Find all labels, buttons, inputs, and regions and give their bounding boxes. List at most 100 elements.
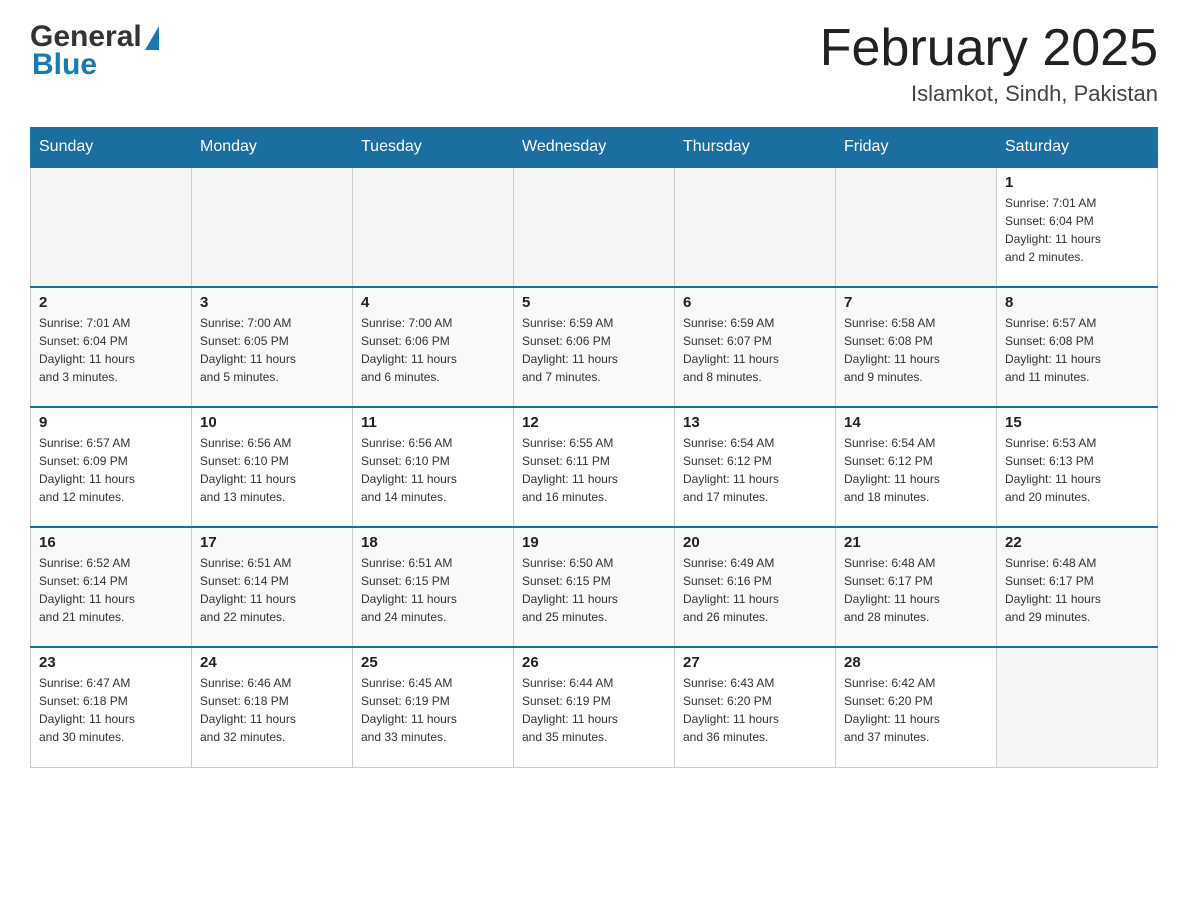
week-row-3: 9 Sunrise: 6:57 AMSunset: 6:09 PMDaylight… bbox=[31, 407, 1158, 527]
day-info: Sunrise: 7:01 AMSunset: 6:04 PMDaylight:… bbox=[39, 314, 183, 386]
day-number: 16 bbox=[39, 534, 183, 551]
week-row-2: 2 Sunrise: 7:01 AMSunset: 6:04 PMDaylight… bbox=[31, 287, 1158, 407]
calendar-cell bbox=[836, 167, 997, 287]
day-info: Sunrise: 6:56 AMSunset: 6:10 PMDaylight:… bbox=[361, 434, 505, 506]
day-info: Sunrise: 6:54 AMSunset: 6:12 PMDaylight:… bbox=[683, 434, 827, 506]
calendar-cell: 14 Sunrise: 6:54 AMSunset: 6:12 PMDayligh… bbox=[836, 407, 997, 527]
day-info: Sunrise: 6:50 AMSunset: 6:15 PMDaylight:… bbox=[522, 554, 666, 626]
title-block: February 2025 Islamkot, Sindh, Pakistan bbox=[820, 20, 1158, 107]
day-number: 15 bbox=[1005, 414, 1149, 431]
calendar-cell: 20 Sunrise: 6:49 AMSunset: 6:16 PMDayligh… bbox=[675, 527, 836, 647]
week-row-5: 23 Sunrise: 6:47 AMSunset: 6:18 PMDayligh… bbox=[31, 647, 1158, 767]
calendar-cell: 2 Sunrise: 7:01 AMSunset: 6:04 PMDaylight… bbox=[31, 287, 192, 407]
day-number: 6 bbox=[683, 294, 827, 311]
day-number: 10 bbox=[200, 414, 344, 431]
calendar-cell: 8 Sunrise: 6:57 AMSunset: 6:08 PMDaylight… bbox=[997, 287, 1158, 407]
day-info: Sunrise: 6:59 AMSunset: 6:07 PMDaylight:… bbox=[683, 314, 827, 386]
day-number: 14 bbox=[844, 414, 988, 431]
day-info: Sunrise: 6:46 AMSunset: 6:18 PMDaylight:… bbox=[200, 674, 344, 746]
calendar-cell bbox=[514, 167, 675, 287]
day-number: 11 bbox=[361, 414, 505, 431]
day-info: Sunrise: 6:57 AMSunset: 6:09 PMDaylight:… bbox=[39, 434, 183, 506]
calendar-cell bbox=[353, 167, 514, 287]
header-sunday: Sunday bbox=[31, 128, 192, 168]
day-info: Sunrise: 6:47 AMSunset: 6:18 PMDaylight:… bbox=[39, 674, 183, 746]
day-info: Sunrise: 6:45 AMSunset: 6:19 PMDaylight:… bbox=[361, 674, 505, 746]
day-number: 2 bbox=[39, 294, 183, 311]
logo-triangle-icon bbox=[145, 26, 159, 50]
calendar-cell: 22 Sunrise: 6:48 AMSunset: 6:17 PMDayligh… bbox=[997, 527, 1158, 647]
day-info: Sunrise: 6:56 AMSunset: 6:10 PMDaylight:… bbox=[200, 434, 344, 506]
day-info: Sunrise: 6:52 AMSunset: 6:14 PMDaylight:… bbox=[39, 554, 183, 626]
day-info: Sunrise: 6:49 AMSunset: 6:16 PMDaylight:… bbox=[683, 554, 827, 626]
day-number: 1 bbox=[1005, 174, 1149, 191]
header-tuesday: Tuesday bbox=[353, 128, 514, 168]
day-number: 8 bbox=[1005, 294, 1149, 311]
day-number: 9 bbox=[39, 414, 183, 431]
calendar-cell: 11 Sunrise: 6:56 AMSunset: 6:10 PMDayligh… bbox=[353, 407, 514, 527]
calendar-cell bbox=[192, 167, 353, 287]
calendar-cell bbox=[31, 167, 192, 287]
day-info: Sunrise: 6:53 AMSunset: 6:13 PMDaylight:… bbox=[1005, 434, 1149, 506]
calendar-cell: 24Sunrise: 6:46 AMSunset: 6:18 PMDayligh… bbox=[192, 647, 353, 767]
day-info: Sunrise: 6:44 AMSunset: 6:19 PMDaylight:… bbox=[522, 674, 666, 746]
day-info: Sunrise: 6:48 AMSunset: 6:17 PMDaylight:… bbox=[844, 554, 988, 626]
calendar-cell: 6 Sunrise: 6:59 AMSunset: 6:07 PMDaylight… bbox=[675, 287, 836, 407]
day-number: 4 bbox=[361, 294, 505, 311]
calendar-cell: 7 Sunrise: 6:58 AMSunset: 6:08 PMDaylight… bbox=[836, 287, 997, 407]
header-monday: Monday bbox=[192, 128, 353, 168]
day-info: Sunrise: 6:57 AMSunset: 6:08 PMDaylight:… bbox=[1005, 314, 1149, 386]
calendar-cell: 27Sunrise: 6:43 AMSunset: 6:20 PMDayligh… bbox=[675, 647, 836, 767]
day-number: 23 bbox=[39, 654, 183, 671]
day-number: 13 bbox=[683, 414, 827, 431]
calendar-cell: 19 Sunrise: 6:50 AMSunset: 6:15 PMDayligh… bbox=[514, 527, 675, 647]
day-number: 28 bbox=[844, 654, 988, 671]
day-number: 12 bbox=[522, 414, 666, 431]
calendar-cell bbox=[675, 167, 836, 287]
day-info: Sunrise: 6:48 AMSunset: 6:17 PMDaylight:… bbox=[1005, 554, 1149, 626]
day-number: 17 bbox=[200, 534, 344, 551]
calendar-cell: 13 Sunrise: 6:54 AMSunset: 6:12 PMDayligh… bbox=[675, 407, 836, 527]
header-thursday: Thursday bbox=[675, 128, 836, 168]
days-header-row: Sunday Monday Tuesday Wednesday Thursday… bbox=[31, 128, 1158, 168]
day-number: 26 bbox=[522, 654, 666, 671]
day-number: 3 bbox=[200, 294, 344, 311]
calendar-cell: 26 Sunrise: 6:44 AMSunset: 6:19 PMDayligh… bbox=[514, 647, 675, 767]
calendar-cell: 15 Sunrise: 6:53 AMSunset: 6:13 PMDayligh… bbox=[997, 407, 1158, 527]
day-number: 5 bbox=[522, 294, 666, 311]
day-info: Sunrise: 6:58 AMSunset: 6:08 PMDaylight:… bbox=[844, 314, 988, 386]
calendar-cell: 28Sunrise: 6:42 AMSunset: 6:20 PMDayligh… bbox=[836, 647, 997, 767]
calendar-cell: 3 Sunrise: 7:00 AMSunset: 6:05 PMDaylight… bbox=[192, 287, 353, 407]
calendar-cell: 23 Sunrise: 6:47 AMSunset: 6:18 PMDayligh… bbox=[31, 647, 192, 767]
header-wednesday: Wednesday bbox=[514, 128, 675, 168]
day-number: 19 bbox=[522, 534, 666, 551]
week-row-4: 16 Sunrise: 6:52 AMSunset: 6:14 PMDayligh… bbox=[31, 527, 1158, 647]
day-info: Sunrise: 6:54 AMSunset: 6:12 PMDaylight:… bbox=[844, 434, 988, 506]
calendar-cell bbox=[997, 647, 1158, 767]
day-number: 20 bbox=[683, 534, 827, 551]
day-info: Sunrise: 6:51 AMSunset: 6:15 PMDaylight:… bbox=[361, 554, 505, 626]
logo-blue-text: Blue bbox=[32, 48, 159, 82]
calendar-table: Sunday Monday Tuesday Wednesday Thursday… bbox=[30, 127, 1158, 768]
day-number: 25 bbox=[361, 654, 505, 671]
day-info: Sunrise: 6:51 AMSunset: 6:14 PMDaylight:… bbox=[200, 554, 344, 626]
calendar-cell: 10 Sunrise: 6:56 AMSunset: 6:10 PMDayligh… bbox=[192, 407, 353, 527]
calendar-cell: 16 Sunrise: 6:52 AMSunset: 6:14 PMDayligh… bbox=[31, 527, 192, 647]
day-info: Sunrise: 6:43 AMSunset: 6:20 PMDaylight:… bbox=[683, 674, 827, 746]
location-text: Islamkot, Sindh, Pakistan bbox=[820, 81, 1158, 107]
calendar-cell: 4 Sunrise: 7:00 AMSunset: 6:06 PMDaylight… bbox=[353, 287, 514, 407]
calendar-cell: 25 Sunrise: 6:45 AMSunset: 6:19 PMDayligh… bbox=[353, 647, 514, 767]
calendar-cell: 5Sunrise: 6:59 AMSunset: 6:06 PMDaylight… bbox=[514, 287, 675, 407]
day-number: 22 bbox=[1005, 534, 1149, 551]
day-info: Sunrise: 7:00 AMSunset: 6:05 PMDaylight:… bbox=[200, 314, 344, 386]
page-header: General Blue February 2025 Islamkot, Sin… bbox=[30, 20, 1158, 107]
calendar-cell: 17 Sunrise: 6:51 AMSunset: 6:14 PMDayligh… bbox=[192, 527, 353, 647]
logo: General Blue bbox=[30, 20, 159, 82]
calendar-cell: 1Sunrise: 7:01 AMSunset: 6:04 PMDaylight… bbox=[997, 167, 1158, 287]
day-info: Sunrise: 7:00 AMSunset: 6:06 PMDaylight:… bbox=[361, 314, 505, 386]
day-info: Sunrise: 6:55 AMSunset: 6:11 PMDaylight:… bbox=[522, 434, 666, 506]
header-saturday: Saturday bbox=[997, 128, 1158, 168]
calendar-cell: 9 Sunrise: 6:57 AMSunset: 6:09 PMDaylight… bbox=[31, 407, 192, 527]
day-number: 21 bbox=[844, 534, 988, 551]
day-number: 7 bbox=[844, 294, 988, 311]
